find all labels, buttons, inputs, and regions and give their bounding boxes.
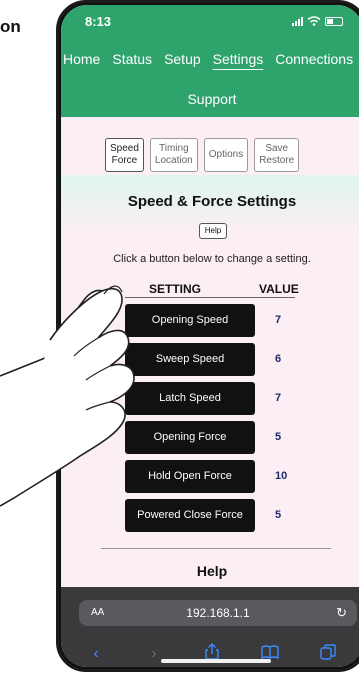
setting-button-powered-close-force[interactable]: Powered Close Force [125,499,255,532]
setting-button-opening-force[interactable]: Opening Force [125,421,255,454]
wifi-icon [307,16,321,26]
nav-connections[interactable]: Connections [275,51,353,67]
setting-button-latch-speed[interactable]: Latch Speed [125,382,255,415]
help-heading: Help [196,563,228,579]
setting-value: 10 [275,470,288,482]
tab-speed-force[interactable]: Speed Force [105,138,144,172]
nav-support[interactable]: Support [61,91,359,107]
page-fragment-text: on [0,17,21,36]
tab-label-line1: Speed [110,143,139,154]
nav-row: Home Status Setup Settings Connections [61,51,359,67]
address-bar[interactable]: AA 192.168.1.1 ↻ [79,600,357,626]
tab-label-line2: Force [111,155,138,166]
status-time: 8:13 [85,14,112,29]
settings-tabs: Speed Force Timing Location Options Save… [105,138,300,172]
page-title: Speed & Force Settings [127,193,297,210]
setting-value: 5 [275,431,282,443]
tab-label-line1: Timing [159,143,189,154]
reload-icon[interactable]: ↻ [336,605,347,621]
tab-label-line1: Save [265,143,289,154]
instruction-text: Click a button below to change a setting… [113,253,311,265]
phone-frame: 8:13 Home Status Setup Settings Connecti… [56,0,359,672]
setting-value: 7 [275,392,282,404]
home-indicator [161,659,271,663]
status-icons [292,16,343,26]
nav-home[interactable]: Home [63,51,100,67]
tab-label-line2: Location [154,155,193,166]
header-divider [125,297,295,298]
phone-screen: 8:13 Home Status Setup Settings Connecti… [61,5,359,667]
status-bar: 8:13 [61,5,359,41]
tab-save-restore[interactable]: Save Restore [254,138,300,172]
tab-label-line2: Restore [259,155,295,166]
nav-status[interactable]: Status [112,51,152,67]
column-header-setting: SETTING [149,282,202,296]
top-nav: Home Status Setup Settings Connections S… [61,41,359,117]
back-icon[interactable]: ‹ [84,645,108,663]
setting-button-sweep-speed[interactable]: Sweep Speed [125,343,255,376]
section-divider [101,548,331,549]
tab-options[interactable]: Options [203,138,249,172]
url-text[interactable]: 192.168.1.1 [79,606,357,620]
battery-icon [325,16,343,26]
nav-setup[interactable]: Setup [164,51,201,67]
tabs-icon[interactable] [316,643,340,665]
signal-icon [292,16,303,26]
browser-address-area: AA 192.168.1.1 ↻ [61,587,359,637]
nav-settings[interactable]: Settings [213,51,264,67]
column-header-value: VALUE [259,282,299,296]
setting-button-hold-open-force[interactable]: Hold Open Force [125,460,255,493]
tab-timing-location[interactable]: Timing Location [149,138,198,172]
setting-value: 7 [275,314,282,326]
help-button[interactable]: Help [199,223,227,239]
setting-value: 5 [275,509,282,521]
setting-value: 6 [275,353,282,365]
tab-label-line1: Options [208,149,244,160]
setting-button-opening-speed[interactable]: Opening Speed [125,304,255,337]
